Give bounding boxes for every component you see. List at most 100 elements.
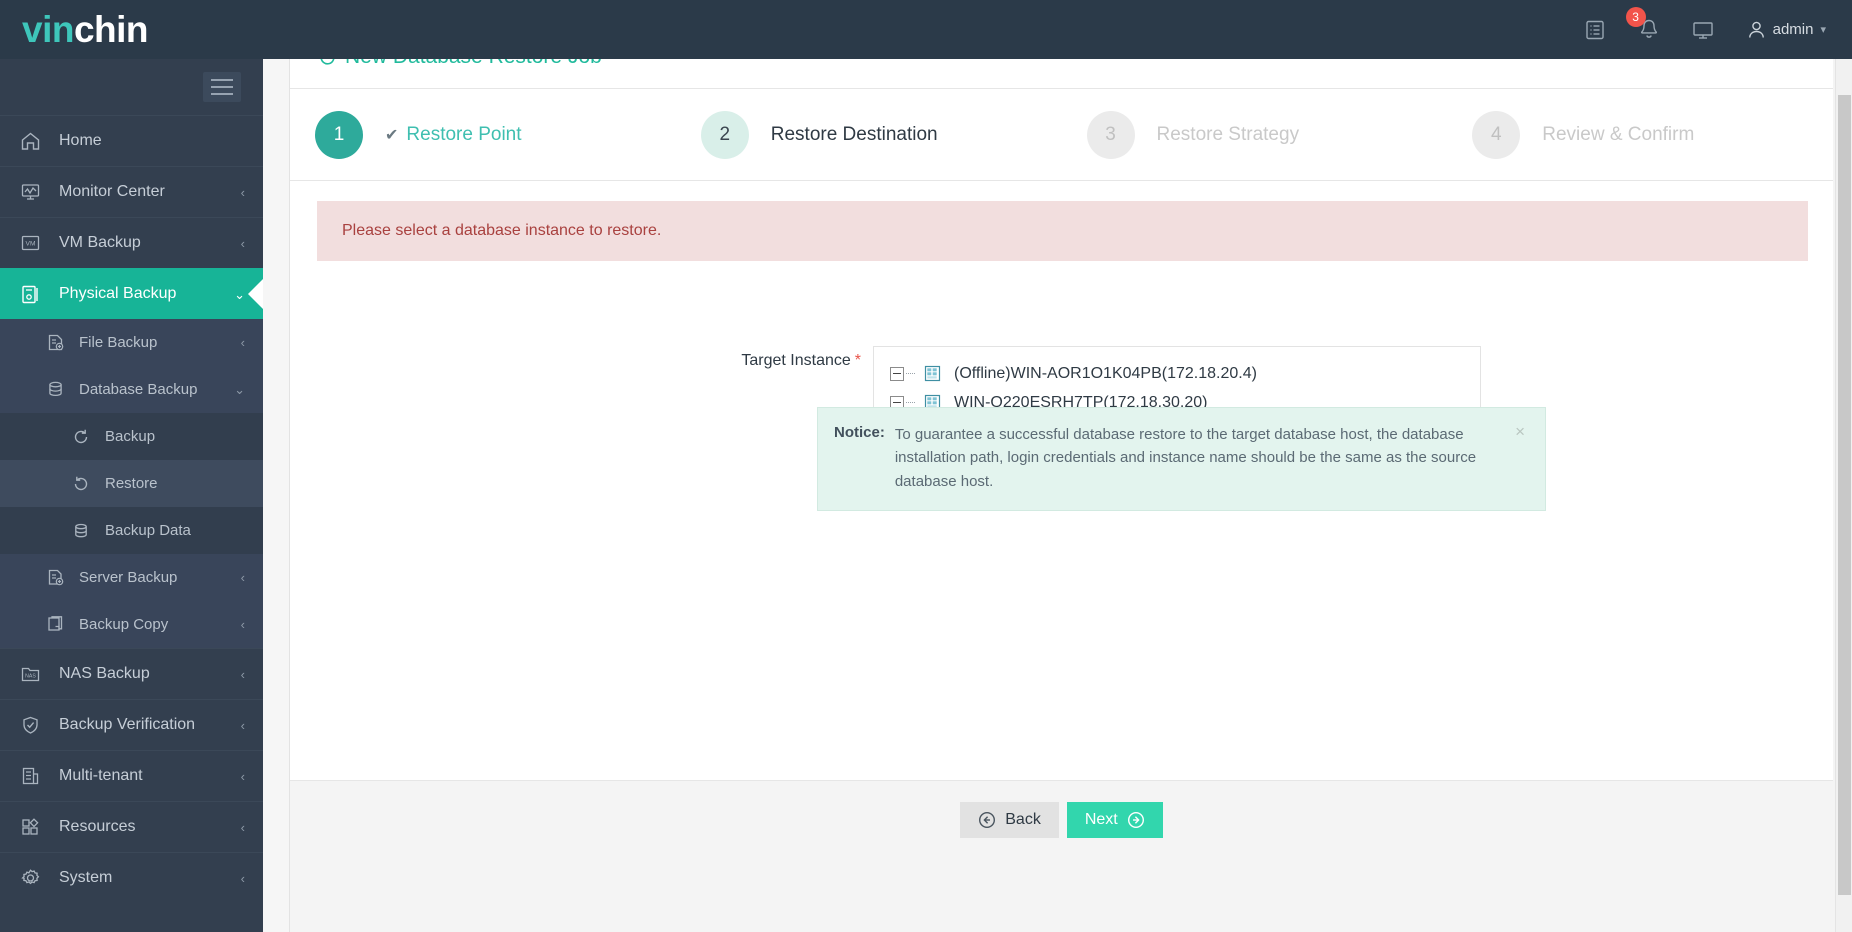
sidebar-item-backup[interactable]: Backup <box>0 413 263 460</box>
sidebar: Home Monitor Center ‹ VM VM Backup ‹ Phy… <box>0 59 263 932</box>
step-number: 3 <box>1086 110 1135 159</box>
step-number: 2 <box>700 110 749 159</box>
vinchin-logo[interactable]: vinchin <box>22 9 149 50</box>
sidebar-item-label: VM Backup <box>59 234 141 251</box>
step-label: Restore Destination <box>770 123 938 145</box>
sidebar-item-label: Home <box>59 132 102 149</box>
chevron-left-icon: ‹ <box>240 184 245 200</box>
sidebar-item-label: Server Backup <box>79 569 178 586</box>
monitor-icon[interactable] <box>1689 16 1717 44</box>
step-label-wrap: ✔ Restore Point <box>385 124 522 146</box>
arrow-left-circle-icon <box>979 811 996 829</box>
sidebar-item-multi-tenant[interactable]: Multi-tenant ‹ <box>0 750 263 801</box>
nas-icon: NAS <box>20 663 47 685</box>
step-number: 4 <box>1472 110 1521 159</box>
building-icon <box>20 765 47 787</box>
collapse-toggle-icon[interactable] <box>890 366 904 381</box>
restore-refresh-icon <box>72 474 96 494</box>
page-title: New Database Restore Job <box>318 59 602 69</box>
sidebar-item-label: NAS Backup <box>59 665 150 682</box>
app-root: vinchin 3 admin ▾ Home Monitor Center ‹ … <box>0 0 1852 932</box>
refresh-icon <box>320 59 335 65</box>
back-button[interactable]: Back <box>960 802 1059 838</box>
backup-data-icon <box>72 521 96 541</box>
chevron-left-icon: ‹ <box>240 768 245 784</box>
notification-badge: 3 <box>1625 6 1646 27</box>
sidebar-item-label: Resources <box>59 818 136 835</box>
chevron-left-icon: ‹ <box>240 666 245 682</box>
sidebar-item-restore[interactable]: Restore <box>0 460 263 507</box>
step-restore-point[interactable]: 1 ✔ Restore Point <box>290 110 676 159</box>
backup-copy-icon <box>46 615 70 635</box>
sidebar-item-physical-backup[interactable]: Physical Backup ⌄ <box>0 268 263 319</box>
label-text: Target Instance <box>741 352 851 369</box>
page-title-text: New Database Restore Job <box>345 59 602 69</box>
hamburger-icon[interactable] <box>203 72 241 102</box>
sidebar-item-label: Backup Data <box>105 522 191 539</box>
chevron-left-icon: ‹ <box>240 570 245 585</box>
chevron-left-icon: ‹ <box>240 870 245 886</box>
tree-node-label: (Offline)WIN-AOR1O1K04PB(172.18.20.4) <box>954 364 1257 382</box>
wizard-footer: Back Next <box>290 780 1833 932</box>
user-menu[interactable]: admin ▾ <box>1747 20 1826 40</box>
back-button-label: Back <box>1005 811 1041 828</box>
sidebar-item-vm-backup[interactable]: VM VM Backup ‹ <box>0 217 263 268</box>
chevron-down-icon: ▾ <box>1820 24 1826 36</box>
home-icon <box>20 130 47 152</box>
logs-icon[interactable] <box>1581 16 1609 44</box>
sidebar-item-backup-verification[interactable]: Backup Verification ‹ <box>0 699 263 750</box>
sidebar-item-nas-backup[interactable]: NAS NAS Backup ‹ <box>0 648 263 699</box>
next-button[interactable]: Next <box>1066 802 1163 838</box>
tree-connector <box>906 402 915 403</box>
top-header: vinchin 3 admin ▾ <box>0 0 1852 59</box>
scrollbar-thumb[interactable] <box>1838 95 1851 895</box>
avatar-icon <box>1748 21 1764 38</box>
sidebar-item-label: Monitor Center <box>59 183 165 200</box>
close-icon[interactable]: × <box>1515 423 1525 493</box>
user-name: admin <box>1772 21 1814 38</box>
step-restore-destination[interactable]: 2 Restore Destination <box>676 110 1062 159</box>
step-label: Review & Confirm <box>1542 123 1695 145</box>
sidebar-submenu-physical-backup: File Backup ‹ Database Backup ⌄ Backup R… <box>0 319 263 648</box>
required-asterisk: * <box>854 352 861 369</box>
sidebar-item-label: File Backup <box>79 334 158 351</box>
physical-backup-icon <box>20 283 47 305</box>
sidebar-item-label: Restore <box>105 475 158 492</box>
step-label: Restore Strategy <box>1156 123 1300 145</box>
sidebar-item-label: Database Backup <box>79 381 198 398</box>
chevron-down-icon: ⌄ <box>234 382 245 397</box>
sidebar-item-server-backup[interactable]: Server Backup ‹ <box>0 554 263 601</box>
logo-part-a: vin <box>22 9 74 50</box>
sidebar-item-backup-data[interactable]: Backup Data <box>0 507 263 554</box>
svg-text:NAS: NAS <box>25 674 36 680</box>
arrow-right-circle-icon <box>1127 811 1144 829</box>
sidebar-item-label: Multi-tenant <box>59 767 143 784</box>
chevron-down-icon: ⌄ <box>234 286 245 302</box>
error-alert-text: Please select a database instance to res… <box>342 222 662 239</box>
sidebar-item-backup-copy[interactable]: Backup Copy ‹ <box>0 601 263 648</box>
monitor-chart-icon <box>20 181 47 203</box>
step-number: 1 <box>315 110 363 159</box>
svg-text:VM: VM <box>26 240 36 247</box>
gear-icon <box>20 867 47 889</box>
step-label: Restore Point <box>406 123 522 145</box>
sidebar-item-database-backup[interactable]: Database Backup ⌄ <box>0 366 263 413</box>
bell-icon[interactable]: 3 <box>1625 6 1663 44</box>
chevron-left-icon: ‹ <box>240 717 245 733</box>
server-backup-icon <box>46 568 70 588</box>
sidebar-item-system[interactable]: System ‹ <box>0 852 263 903</box>
sidebar-item-file-backup[interactable]: File Backup ‹ <box>0 319 263 366</box>
step-review-confirm: 4 Review & Confirm <box>1447 110 1833 159</box>
sidebar-item-monitor-center[interactable]: Monitor Center ‹ <box>0 166 263 217</box>
sidebar-item-resources[interactable]: Resources ‹ <box>0 801 263 852</box>
notice-text: To guarantee a successful database resto… <box>894 426 1477 490</box>
tree-row[interactable]: (Offline)WIN-AOR1O1K04PB(172.18.20.4) <box>874 359 1480 388</box>
vertical-scrollbar[interactable] <box>1835 59 1852 932</box>
target-instance-label: Target Instance * <box>290 346 873 461</box>
chevron-left-icon: ‹ <box>240 235 245 251</box>
sidebar-toggle-row <box>0 59 263 115</box>
sidebar-item-label: Physical Backup <box>59 285 177 302</box>
sidebar-item-home[interactable]: Home <box>0 115 263 166</box>
chevron-left-icon: ‹ <box>240 819 245 835</box>
backup-refresh-icon <box>72 427 96 447</box>
